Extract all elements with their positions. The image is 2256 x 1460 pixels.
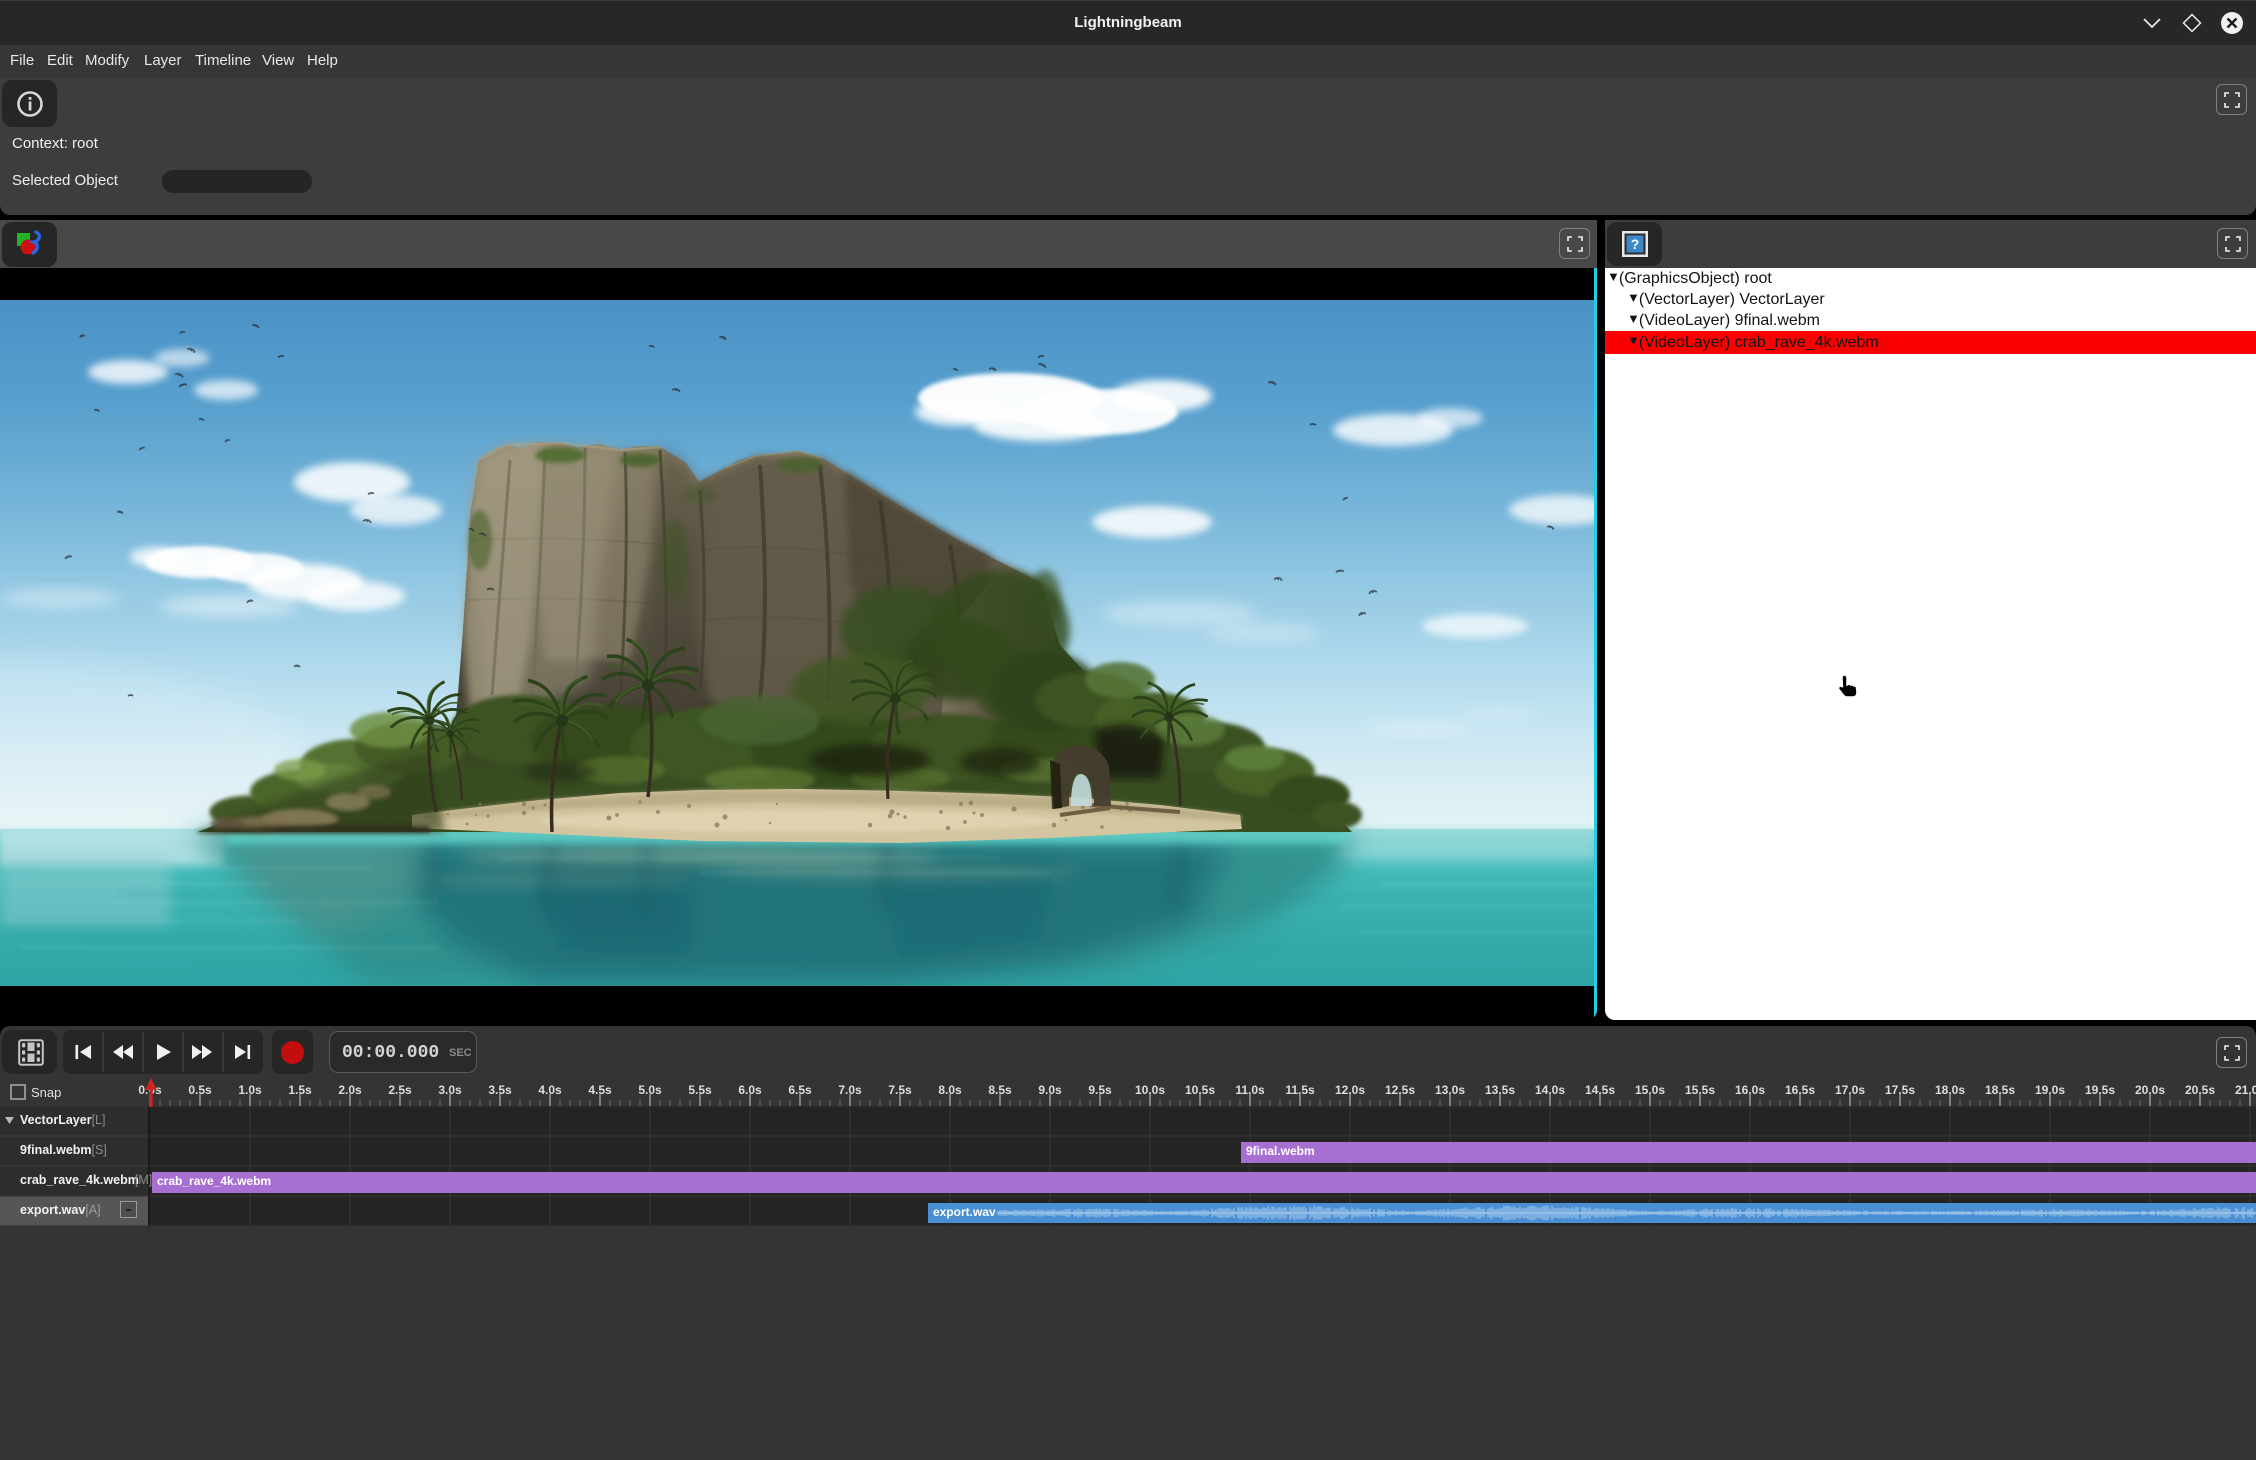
svg-text:?: ? <box>1631 236 1640 252</box>
